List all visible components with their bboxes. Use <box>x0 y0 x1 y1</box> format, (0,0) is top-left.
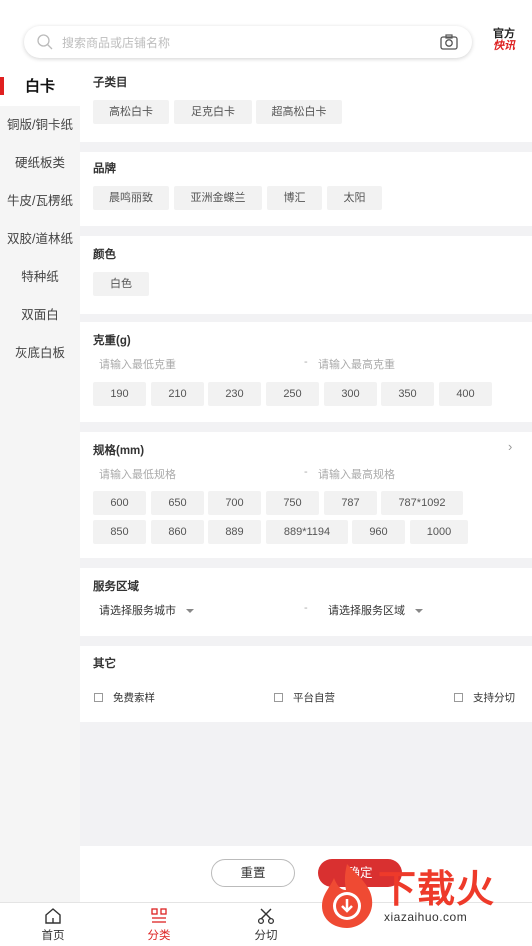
chip-brand[interactable]: 亚洲金蝶兰 <box>174 186 262 210</box>
area-select[interactable]: 请选择服务区域 <box>328 602 423 618</box>
chip-subcategory[interactable]: 超高松白卡 <box>256 100 342 124</box>
chip-weight[interactable]: 190 <box>93 382 146 406</box>
chip-spec[interactable]: 650 <box>151 491 204 515</box>
color-section: 颜色 白色 <box>80 236 532 314</box>
watermark-text: 下载火 <box>378 869 496 911</box>
brand-section: 品牌 晨鸣丽致 亚洲金蝶兰 博汇 太阳 <box>80 152 532 226</box>
brand-title: 品牌 <box>93 163 116 175</box>
checkbox-label: 平台自营 <box>293 692 335 704</box>
chip-spec[interactable]: 700 <box>208 491 261 515</box>
category-icon <box>151 908 167 923</box>
chevron-right-icon[interactable]: › <box>508 439 512 454</box>
subcategory-section: 子类目 高松白卡 足克白卡 超高松白卡 <box>80 68 532 142</box>
search-bar[interactable]: 搜索商品或店铺名称 <box>24 26 472 58</box>
flame-logo-icon <box>322 864 373 928</box>
service-area-section: 服务区域 请选择服务城市 - 请选择服务区域 <box>80 568 532 636</box>
nav-home[interactable]: 首页 <box>13 903 93 946</box>
area-select-label: 请选择服务区域 <box>328 605 405 617</box>
chip-spec[interactable]: 850 <box>93 520 146 544</box>
nav-category[interactable]: 分类 <box>119 903 199 946</box>
dropdown-caret-icon <box>186 609 194 614</box>
weight-min-input[interactable]: 请输入最低克重 <box>99 356 176 372</box>
range-separator: - <box>304 466 308 478</box>
checkbox-icon <box>94 693 103 702</box>
chip-weight[interactable]: 350 <box>381 382 434 406</box>
filter-panel: 子类目 高松白卡 足克白卡 超高松白卡 品牌 晨鸣丽致 亚洲金蝶兰 博汇 太阳 … <box>80 68 532 846</box>
chip-spec[interactable]: 600 <box>93 491 146 515</box>
chip-spec[interactable]: 787*1092 <box>381 491 463 515</box>
subcategory-title: 子类目 <box>93 77 128 89</box>
search-input[interactable]: 搜索商品或店铺名称 <box>62 34 170 51</box>
checkbox-free-sample[interactable]: 免费索样 <box>94 690 155 705</box>
other-section: 其它 免费索样 平台自营 支持分切 <box>80 646 532 722</box>
search-icon <box>37 34 53 50</box>
chip-brand[interactable]: 晨鸣丽致 <box>93 186 169 210</box>
sidebar-item-hardboard[interactable]: 硬纸板类 <box>0 144 80 182</box>
sidebar-item-coated[interactable]: 铜版/铜卡纸 <box>0 106 80 144</box>
spec-title: 规格(mm) <box>93 445 145 457</box>
dropdown-caret-icon <box>415 609 423 614</box>
chip-spec[interactable]: 889 <box>208 520 261 544</box>
watermark: 下载火 xiazaihuo.com <box>312 856 528 942</box>
sidebar-item-white-card[interactable]: 白卡 <box>0 68 80 106</box>
nav-home-label: 首页 <box>41 930 65 942</box>
checkbox-label: 免费索样 <box>113 692 155 704</box>
chip-weight[interactable]: 230 <box>208 382 261 406</box>
home-icon <box>45 908 61 924</box>
range-separator: - <box>304 602 308 614</box>
official-line2: 快讯 <box>493 40 515 52</box>
nav-category-label: 分类 <box>147 930 171 942</box>
sidebar-item-offset[interactable]: 双胶/道林纸 <box>0 220 80 258</box>
chip-spec[interactable]: 1000 <box>410 520 468 544</box>
checkbox-label: 支持分切 <box>473 692 515 704</box>
chip-spec[interactable]: 960 <box>352 520 405 544</box>
top-bar: 搜索商品或店铺名称 官方 快讯 <box>0 0 532 68</box>
chip-spec[interactable]: 750 <box>266 491 319 515</box>
checkbox-self-operated[interactable]: 平台自营 <box>274 690 335 705</box>
chip-subcategory[interactable]: 高松白卡 <box>93 100 169 124</box>
sidebar-item-grey-back[interactable]: 灰底白板 <box>0 334 80 372</box>
sidebar-item-kraft[interactable]: 牛皮/瓦楞纸 <box>0 182 80 220</box>
chip-weight[interactable]: 400 <box>439 382 492 406</box>
official-line1: 官方 <box>493 28 515 40</box>
weight-max-input[interactable]: 请输入最高克重 <box>318 356 395 372</box>
official-news-button[interactable]: 官方 快讯 <box>489 28 519 52</box>
checkbox-icon <box>274 693 283 702</box>
spec-min-input[interactable]: 请输入最低规格 <box>99 466 176 482</box>
chip-brand[interactable]: 博汇 <box>267 186 322 210</box>
nav-cutting[interactable]: 分切 <box>226 903 306 946</box>
scissors-icon <box>257 908 275 925</box>
chip-weight[interactable]: 250 <box>266 382 319 406</box>
service-area-title: 服务区域 <box>93 581 139 593</box>
watermark-url: xiazaihuo.com <box>384 910 468 924</box>
weight-title: 克重(g) <box>93 335 131 347</box>
chip-brand[interactable]: 太阳 <box>327 186 382 210</box>
chip-weight[interactable]: 210 <box>151 382 204 406</box>
sidebar-item-special[interactable]: 特种纸 <box>0 258 80 296</box>
sidebar-item-duplex-white[interactable]: 双面白 <box>0 296 80 334</box>
reset-button[interactable]: 重置 <box>211 859 295 887</box>
chip-subcategory[interactable]: 足克白卡 <box>174 100 252 124</box>
city-select-label: 请选择服务城市 <box>99 605 176 617</box>
chip-spec[interactable]: 889*1194 <box>266 520 348 544</box>
checkbox-cutting[interactable]: 支持分切 <box>454 690 515 705</box>
spec-section: 规格(mm) › 请输入最低规格 - 请输入最高规格 600 650 700 7… <box>80 432 532 558</box>
chip-spec[interactable]: 787 <box>324 491 377 515</box>
weight-section: 克重(g) 请输入最低克重 - 请输入最高克重 190 210 230 250 … <box>80 322 532 422</box>
checkbox-icon <box>454 693 463 702</box>
chip-weight[interactable]: 300 <box>324 382 377 406</box>
city-select[interactable]: 请选择服务城市 <box>99 602 194 618</box>
color-title: 颜色 <box>93 249 116 261</box>
spec-max-input[interactable]: 请输入最高规格 <box>318 466 395 482</box>
chip-color[interactable]: 白色 <box>93 272 149 296</box>
nav-cutting-label: 分切 <box>254 930 278 942</box>
range-separator: - <box>304 356 308 368</box>
chip-spec[interactable]: 860 <box>151 520 204 544</box>
camera-icon[interactable] <box>440 34 458 50</box>
other-title: 其它 <box>93 658 116 670</box>
category-sidebar: 白卡 铜版/铜卡纸 硬纸板类 牛皮/瓦楞纸 双胶/道林纸 特种纸 双面白 灰底白… <box>0 68 80 902</box>
